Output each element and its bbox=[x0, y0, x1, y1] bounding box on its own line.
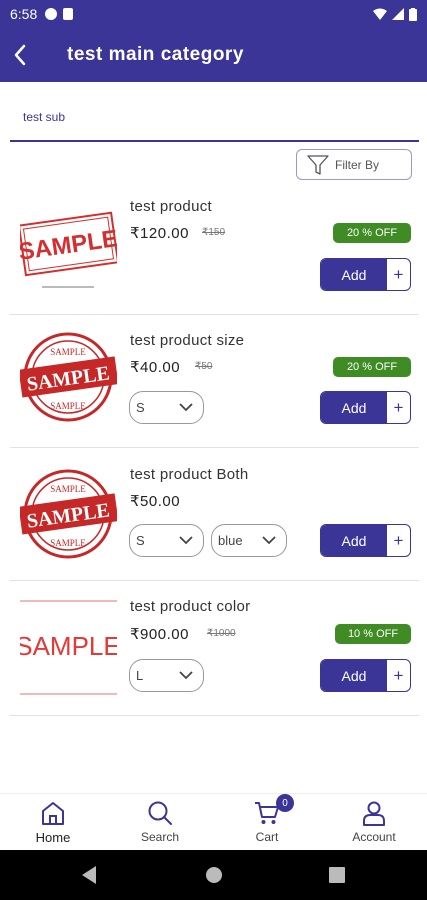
add-label: Add bbox=[321, 259, 387, 290]
tab-test-sub[interactable]: test sub bbox=[10, 100, 83, 142]
product-card[interactable]: SAMPLE SAMPLE SAMPLE test product size ₹… bbox=[10, 315, 419, 448]
wifi-icon bbox=[373, 8, 387, 20]
app-bar: test main category bbox=[0, 28, 427, 82]
sample-text-image: SAMPLE bbox=[20, 600, 117, 695]
sample-stamp-image: SAMPLE SAMPLE SAMPLE bbox=[20, 332, 117, 422]
add-to-cart-button[interactable]: Add + bbox=[320, 391, 411, 424]
product-card[interactable]: SAMPLE SAMPLE SAMPLE test product Both ₹… bbox=[10, 448, 419, 581]
system-back-icon[interactable] bbox=[80, 865, 98, 885]
product-price: ₹120.00 bbox=[130, 225, 189, 242]
nav-account[interactable]: Account bbox=[334, 794, 414, 851]
color-select[interactable]: blue bbox=[211, 524, 287, 557]
cart-count-badge: 0 bbox=[276, 794, 294, 812]
add-label: Add bbox=[321, 392, 387, 423]
page-title: test main category bbox=[67, 44, 244, 65]
back-button[interactable] bbox=[0, 28, 40, 82]
color-select-value: blue bbox=[218, 533, 243, 548]
discount-badge: 20 % OFF bbox=[333, 357, 411, 377]
size-select-value: S bbox=[136, 400, 145, 415]
home-icon bbox=[42, 802, 64, 825]
nav-account-label: Account bbox=[352, 830, 396, 844]
product-image: SAMPLE SAMPLE SAMPLE bbox=[20, 466, 117, 563]
svg-text:SAMPLE: SAMPLE bbox=[50, 484, 86, 494]
status-bar: 6:58 bbox=[0, 0, 427, 28]
system-home-icon[interactable] bbox=[205, 866, 223, 884]
nav-cart-label: Cart bbox=[255, 830, 279, 844]
product-name: test product color bbox=[130, 598, 251, 615]
svg-text:SAMPLE: SAMPLE bbox=[50, 347, 86, 357]
sim-icon bbox=[63, 8, 74, 20]
filter-icon bbox=[307, 154, 329, 175]
plus-icon: + bbox=[393, 397, 404, 417]
svg-text:SAMPLE: SAMPLE bbox=[50, 401, 86, 411]
product-name: test product bbox=[130, 198, 212, 215]
product-card[interactable]: SAMPLE test product color ₹900.00 ₹1000 … bbox=[10, 581, 419, 716]
bottom-nav: Home Search 0 Cart Account bbox=[0, 793, 427, 850]
product-mrp: ₹50 bbox=[195, 361, 213, 372]
chevron-down-icon bbox=[262, 536, 276, 545]
back-arrow-icon bbox=[14, 44, 26, 66]
add-to-cart-button[interactable]: Add + bbox=[320, 524, 411, 557]
nav-search[interactable]: Search bbox=[120, 794, 200, 851]
signal-icon bbox=[392, 8, 404, 20]
size-select[interactable]: S bbox=[129, 391, 204, 424]
size-select-value: S bbox=[136, 533, 145, 548]
plus-icon: + bbox=[393, 665, 404, 685]
filter-button[interactable]: Filter By bbox=[296, 149, 412, 180]
battery-icon bbox=[409, 7, 417, 21]
plus-icon: + bbox=[393, 264, 404, 284]
svg-text:SAMPLE: SAMPLE bbox=[20, 225, 117, 266]
svg-text:SAMPLE: SAMPLE bbox=[50, 538, 86, 548]
size-select-value: L bbox=[136, 668, 144, 683]
product-name: test product Both bbox=[130, 466, 249, 483]
product-price: ₹900.00 bbox=[130, 626, 189, 643]
product-price: ₹50.00 bbox=[130, 493, 181, 510]
system-recents-icon[interactable] bbox=[329, 867, 345, 883]
plus-icon: + bbox=[393, 530, 404, 550]
add-to-cart-button[interactable]: Add + bbox=[320, 659, 411, 692]
discount-badge: 10 % OFF bbox=[335, 624, 411, 644]
size-select[interactable]: L bbox=[129, 659, 204, 692]
discount-badge: 20 % OFF bbox=[333, 223, 411, 243]
chevron-down-icon bbox=[179, 403, 193, 412]
sample-stamp-image: SAMPLE SAMPLE SAMPLE bbox=[20, 469, 117, 559]
size-select[interactable]: S bbox=[129, 524, 204, 557]
product-image: SAMPLE bbox=[20, 599, 117, 696]
tab-bar: test sub bbox=[10, 100, 419, 142]
product-image: SAMPLE bbox=[20, 197, 117, 294]
nav-home[interactable]: Home bbox=[13, 794, 93, 851]
product-mrp: ₹150 bbox=[202, 227, 226, 238]
status-time: 6:58 bbox=[10, 6, 38, 22]
add-label: Add bbox=[321, 660, 387, 691]
notification-icon bbox=[45, 8, 58, 20]
nav-search-label: Search bbox=[140, 830, 180, 844]
system-nav-bar bbox=[0, 850, 427, 900]
add-to-cart-button[interactable]: Add + bbox=[320, 258, 411, 291]
account-icon bbox=[363, 801, 385, 826]
nav-cart[interactable]: 0 Cart bbox=[227, 794, 307, 851]
product-name: test product size bbox=[130, 332, 245, 349]
search-icon bbox=[148, 801, 172, 825]
product-image: SAMPLE SAMPLE SAMPLE bbox=[20, 329, 117, 426]
chevron-down-icon bbox=[179, 536, 193, 545]
filter-label: Filter By bbox=[335, 157, 380, 172]
sample-stamp-image: SAMPLE bbox=[20, 211, 117, 288]
product-price: ₹40.00 bbox=[130, 359, 181, 376]
add-label: Add bbox=[321, 525, 387, 556]
chevron-down-icon bbox=[179, 671, 193, 680]
product-card[interactable]: SAMPLE test product ₹120.00 ₹150 20 % OF… bbox=[10, 183, 419, 315]
nav-home-label: Home bbox=[35, 830, 71, 845]
svg-text:SAMPLE: SAMPLE bbox=[20, 631, 117, 661]
product-mrp: ₹1000 bbox=[207, 628, 236, 639]
